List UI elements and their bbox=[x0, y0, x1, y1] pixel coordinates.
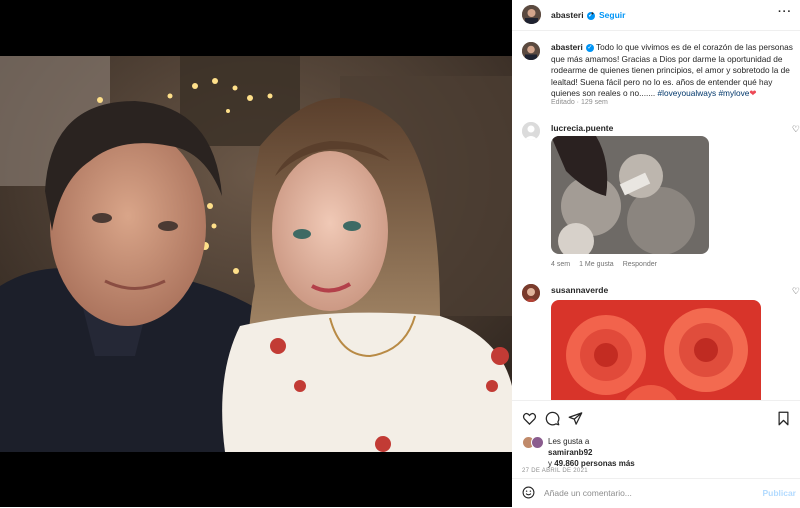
likes-summary[interactable]: Les gusta a samiranb92 y 49.860 personas… bbox=[548, 436, 635, 469]
comment-image[interactable] bbox=[551, 300, 761, 400]
commenter-username[interactable]: susannaverde bbox=[551, 285, 608, 295]
author-avatar[interactable] bbox=[522, 5, 541, 24]
post-header: abasteri ✓ • Seguir ··· bbox=[512, 0, 800, 31]
heart-icon[interactable] bbox=[522, 411, 537, 426]
separator-dot: • bbox=[591, 9, 594, 18]
add-comment-bar: Publicar bbox=[512, 478, 800, 508]
bookmark-icon[interactable] bbox=[776, 411, 791, 426]
reply-button[interactable]: Responder bbox=[623, 261, 657, 268]
commenter-avatar[interactable] bbox=[522, 122, 540, 140]
likes-conj: y bbox=[548, 459, 552, 468]
commenter-avatar[interactable] bbox=[522, 284, 540, 302]
commenter-username[interactable]: lucrecia.puente bbox=[551, 123, 613, 133]
comment-time: 4 sem bbox=[551, 261, 571, 268]
author-username[interactable]: abasteri ✓ bbox=[551, 10, 595, 20]
comment-item: susannaverde ♡ bbox=[522, 284, 800, 400]
caption-text: abasteri ✓ Todo lo que vivimos es de el c… bbox=[551, 42, 793, 100]
comment-input[interactable] bbox=[544, 485, 749, 500]
post-side-panel: abasteri ✓ • Seguir ··· abasteri ✓ Todo lo… bbox=[512, 0, 800, 508]
hashtag-loveyoualways[interactable]: #loveyoualways bbox=[658, 88, 717, 98]
hashtag-mylove[interactable]: #mylove bbox=[718, 88, 749, 98]
comment-like-icon[interactable]: ♡ bbox=[792, 286, 800, 297]
selfie-image bbox=[0, 56, 512, 452]
share-icon[interactable] bbox=[568, 411, 583, 426]
comment-icon[interactable] bbox=[545, 411, 560, 426]
comment-meta: 4 sem 1 Me gusta Responder bbox=[551, 261, 666, 268]
comment-item: lucrecia.puente ♡ 4 sem 1 Me gusta Respond… bbox=[522, 122, 800, 272]
comment-like-icon[interactable]: ♡ bbox=[792, 124, 800, 135]
verified-icon: ✓ bbox=[585, 43, 594, 52]
more-options-icon[interactable]: ··· bbox=[778, 6, 792, 18]
emoji-icon[interactable] bbox=[522, 486, 535, 499]
comment-image[interactable] bbox=[551, 136, 709, 254]
post-date: 27 DE ABRIL DE 2021 bbox=[522, 468, 588, 474]
caption-avatar[interactable] bbox=[522, 42, 540, 60]
caption-username[interactable]: abasteri bbox=[551, 42, 583, 52]
post-photo bbox=[0, 56, 512, 452]
post-media[interactable] bbox=[0, 0, 512, 507]
edited-timestamp: Editado · 129 sem bbox=[551, 99, 608, 106]
liker-avatars bbox=[522, 436, 546, 449]
publish-button[interactable]: Publicar bbox=[762, 488, 796, 498]
likes-count[interactable]: 49.860 personas más bbox=[554, 459, 635, 468]
likes-prefix: Les gusta a bbox=[548, 437, 590, 446]
follow-button[interactable]: Seguir bbox=[599, 10, 625, 20]
liker-username[interactable]: samiranb92 bbox=[548, 448, 592, 457]
red-heart-emoji: ❤ bbox=[749, 88, 757, 98]
comment-likes[interactable]: 1 Me gusta bbox=[579, 261, 614, 268]
